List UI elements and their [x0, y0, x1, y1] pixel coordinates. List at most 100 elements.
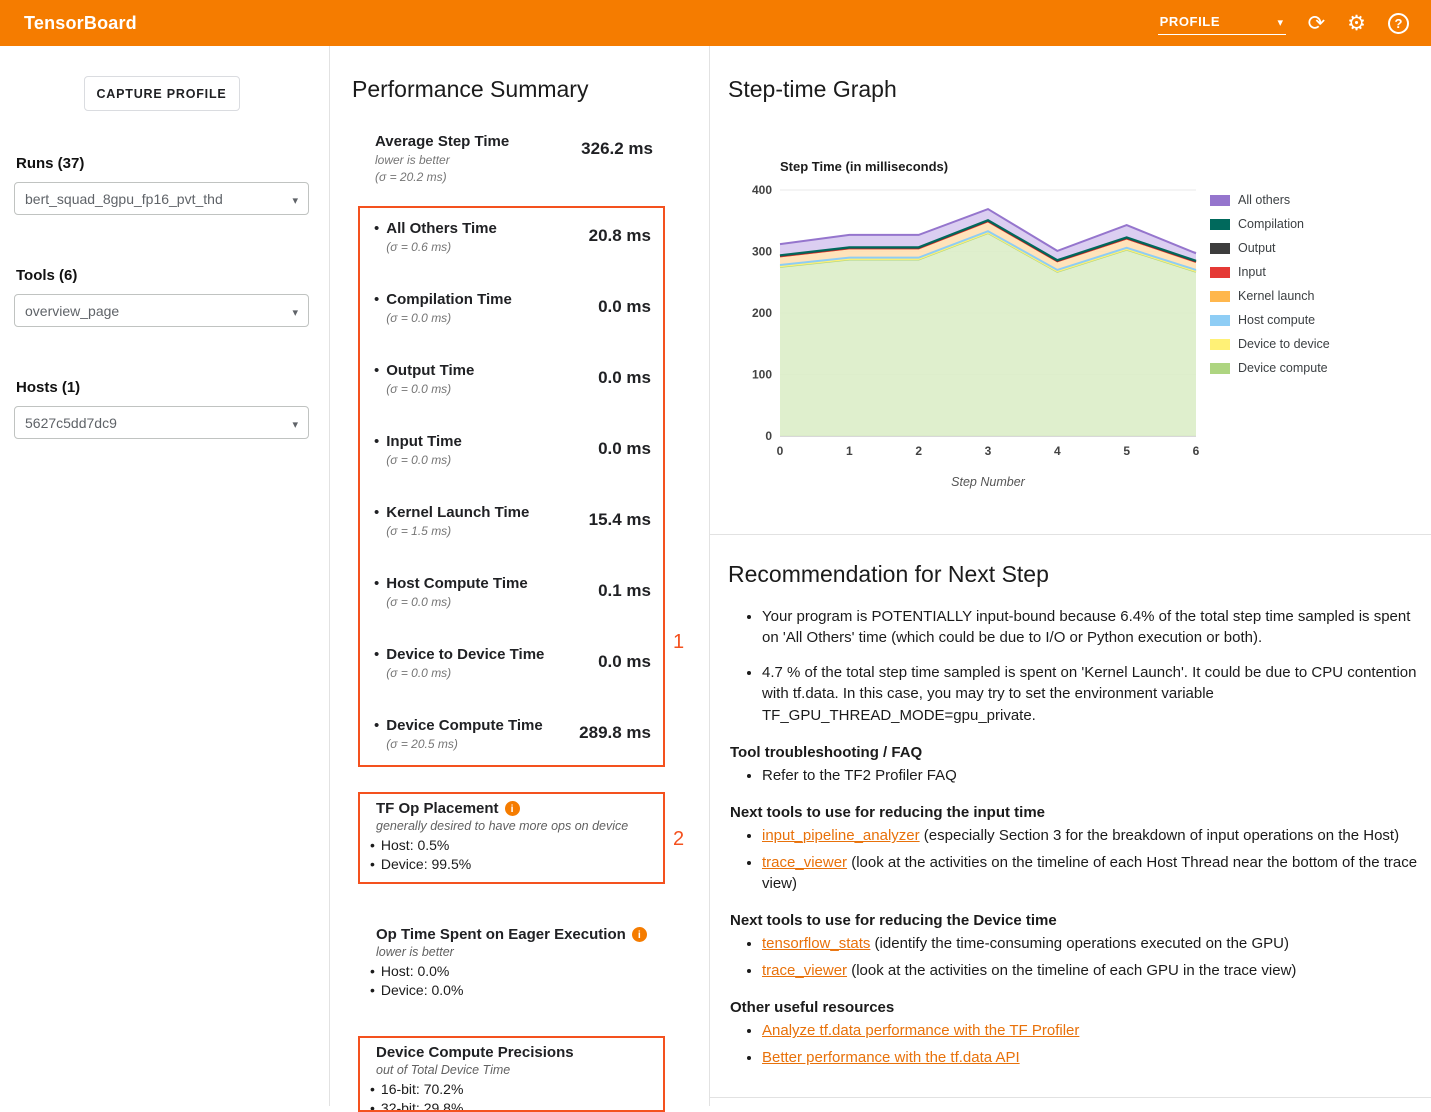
metric-value: 0.0 ms: [598, 368, 651, 396]
tool-bullet: trace_viewer (look at the activities on …: [762, 960, 1431, 981]
chevron-down-icon: [292, 191, 298, 207]
info-icon[interactable]: [505, 801, 520, 816]
bullet-icon: [374, 646, 379, 680]
tool-bullet-text: (look at the activities on the timeline …: [847, 962, 1296, 979]
chart-title: Step Time (in milliseconds): [780, 159, 1411, 174]
metric-sigma: (σ = 20.5 ms): [386, 737, 542, 751]
list-item: Device: 99.5%: [368, 855, 653, 874]
device-compute-precisions-box: 3 Device Compute Precisions out of Total…: [358, 1036, 665, 1112]
tfdata-performance-link[interactable]: Analyze tf.data performance with the TF …: [762, 1022, 1079, 1039]
legend-item: Kernel launch: [1210, 289, 1330, 303]
info-icon[interactable]: [632, 927, 647, 942]
step-time-graph-section: Step-time Graph Step Time (in millisecon…: [710, 46, 1431, 535]
tools-select[interactable]: overview_page: [14, 294, 309, 327]
runs-select[interactable]: bert_squad_8gpu_fp16_pvt_thd: [14, 182, 309, 215]
reload-icon[interactable]: ⟳: [1308, 13, 1326, 34]
help-icon[interactable]: ?: [1388, 13, 1409, 34]
svg-text:4: 4: [1054, 444, 1061, 458]
hosts-label: Hosts (1): [16, 379, 309, 396]
metric-value: 0.1 ms: [598, 581, 651, 609]
svg-text:0: 0: [777, 444, 784, 458]
dashboard-select[interactable]: PROFILE: [1158, 12, 1286, 35]
resource-bullet: Analyze tf.data performance with the TF …: [762, 1020, 1431, 1041]
svg-text:300: 300: [752, 245, 772, 259]
metric-label: Compilation Time: [386, 291, 512, 308]
tf-op-placement-title: TF Op Placement: [376, 800, 653, 817]
tool-bullet: tensorflow_stats (identify the time-cons…: [762, 933, 1431, 954]
svg-text:0: 0: [765, 429, 772, 443]
svg-text:100: 100: [752, 368, 772, 382]
chevron-down-icon: [292, 303, 298, 319]
bullet-icon: [374, 362, 379, 396]
metric-label: Device Compute Time: [386, 717, 542, 734]
input-pipeline-analyzer-link[interactable]: input_pipeline_analyzer: [762, 827, 920, 844]
metric-row: Output Time (σ = 0.0 ms) 0.0 ms: [372, 362, 651, 396]
performance-summary-heading: Performance Summary: [352, 76, 709, 103]
settings-gear-icon[interactable]: ⚙: [1347, 13, 1366, 34]
device-percentage: Device: 99.5%: [381, 855, 471, 874]
hosts-select-value: 5627c5dd7dc9: [25, 415, 117, 431]
legend-item: Device compute: [1210, 361, 1330, 375]
eager-execution-block: Op Time Spent on Eager Execution lower i…: [358, 918, 665, 1002]
metric-label: All Others Time: [386, 220, 497, 237]
tensorflow-stats-link[interactable]: tensorflow_stats: [762, 935, 870, 952]
list-item: Device: 0.0%: [368, 981, 653, 1000]
runs-select-value: bert_squad_8gpu_fp16_pvt_thd: [25, 191, 223, 207]
device-tools-list: tensorflow_stats (identify the time-cons…: [728, 933, 1431, 981]
metric-label: Input Time: [386, 433, 462, 450]
metric-value: 289.8 ms: [579, 723, 651, 751]
trace-viewer-link[interactable]: trace_viewer: [762, 854, 847, 871]
legend-swatch: [1210, 195, 1230, 206]
bullet-icon: [370, 836, 375, 855]
host-percentage: Host: 0.0%: [381, 962, 449, 981]
tool-bullet: trace_viewer (look at the activities on …: [762, 852, 1431, 894]
resources-heading: Other useful resources: [730, 999, 1411, 1016]
recommendation-list: Your program is POTENTIALLY input-bound …: [728, 606, 1418, 726]
bullet-icon: [370, 1080, 375, 1099]
metric-sigma: (σ = 0.0 ms): [386, 382, 474, 396]
metric-label: Output Time: [386, 362, 474, 379]
step-time-graph-heading: Step-time Graph: [728, 76, 1411, 103]
tool-bullet: input_pipeline_analyzer (especially Sect…: [762, 825, 1431, 846]
metric-sigma: (σ = 0.0 ms): [386, 666, 544, 680]
faq-heading: Tool troubleshooting / FAQ: [730, 744, 1411, 761]
precisions-title: Device Compute Precisions: [376, 1044, 653, 1061]
trace-viewer-link[interactable]: trace_viewer: [762, 962, 847, 979]
list-item: 16-bit: 70.2%: [368, 1080, 653, 1099]
legend-swatch: [1210, 315, 1230, 326]
runs-label: Runs (37): [16, 155, 309, 172]
svg-text:6: 6: [1193, 444, 1200, 458]
metric-value: 15.4 ms: [589, 510, 651, 538]
block-title-text: Device Compute Precisions: [376, 1044, 574, 1061]
host-percentage: Host: 0.5%: [381, 836, 449, 855]
tfdata-api-link[interactable]: Better performance with the tf.data API: [762, 1049, 1020, 1066]
metric-value: 0.0 ms: [598, 297, 651, 325]
legend-item: Input: [1210, 265, 1330, 279]
metric-row: Device to Device Time (σ = 0.0 ms) 0.0 m…: [372, 646, 651, 680]
legend-swatch: [1210, 243, 1230, 254]
legend-label: Device compute: [1238, 361, 1328, 375]
faq-list: Refer to the TF2 Profiler FAQ: [728, 765, 1431, 786]
legend-swatch: [1210, 363, 1230, 374]
metric-label: Host Compute Time: [386, 575, 527, 592]
recommendation-bullet: Your program is POTENTIALLY input-bound …: [762, 606, 1418, 649]
metric-row: Input Time (σ = 0.0 ms) 0.0 ms: [372, 433, 651, 467]
capture-profile-button[interactable]: CAPTURE PROFILE: [84, 76, 240, 111]
resource-bullet: Better performance with the tf.data API: [762, 1047, 1431, 1068]
legend-item: Compilation: [1210, 217, 1330, 231]
legend-swatch: [1210, 291, 1230, 302]
hosts-select[interactable]: 5627c5dd7dc9: [14, 406, 309, 439]
svg-text:200: 200: [752, 306, 772, 320]
svg-text:3: 3: [985, 444, 992, 458]
app-title: TensorBoard: [24, 13, 137, 34]
input-tools-list: input_pipeline_analyzer (especially Sect…: [728, 825, 1431, 894]
legend-item: All others: [1210, 193, 1330, 207]
legend-item: Output: [1210, 241, 1330, 255]
chart-legend: All others Compilation Output Input Kernel l…: [1210, 193, 1330, 385]
block-note: out of Total Device Time: [376, 1063, 653, 1077]
bullet-icon: [370, 981, 375, 1000]
bullet-icon: [370, 962, 375, 981]
tools-label: Tools (6): [16, 267, 309, 284]
tool-bullet-text: (look at the activities on the timeline …: [762, 854, 1417, 892]
svg-text:400: 400: [752, 183, 772, 197]
